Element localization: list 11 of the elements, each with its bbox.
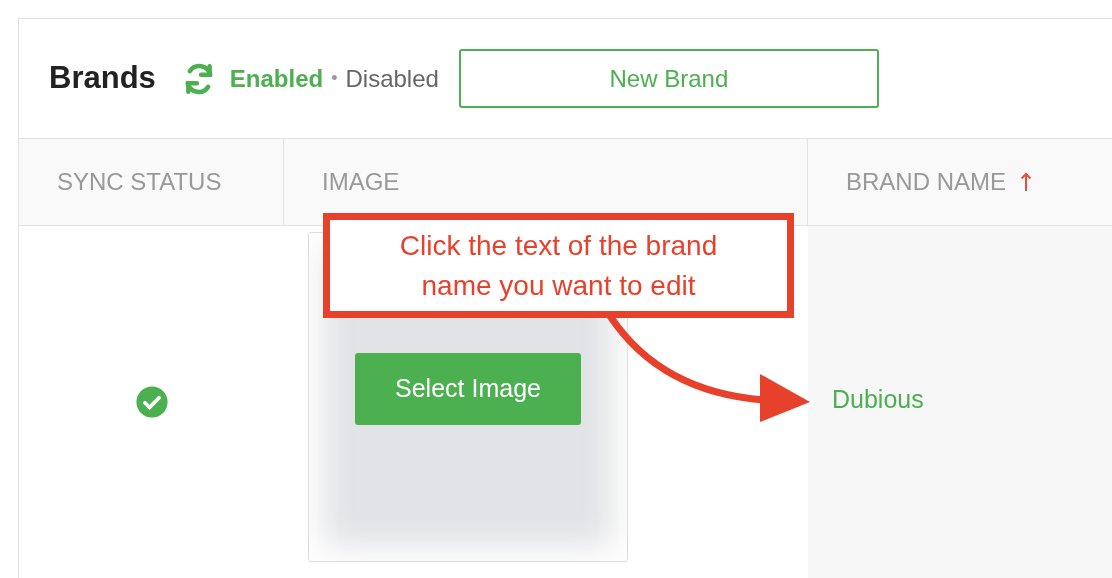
- page-title: Brands: [49, 59, 156, 98]
- brand-name-link[interactable]: Dubious: [832, 381, 924, 419]
- filter-link[interactable]: Disabled: [345, 60, 439, 97]
- filter-link[interactable]: Enabled: [229, 60, 324, 97]
- sort-arrow-icon: [1020, 172, 1033, 192]
- separator-dot: •: [331, 67, 338, 90]
- column-header[interactable]: BRAND NAME: [808, 139, 1112, 225]
- new-brand-button[interactable]: New Brand: [458, 49, 879, 108]
- callout-tooltip: Click the text of the brand name you want to edit: [323, 213, 794, 318]
- column-header[interactable]: SYNC STATUS: [19, 139, 284, 225]
- select-image-button[interactable]: Select Image: [355, 353, 581, 425]
